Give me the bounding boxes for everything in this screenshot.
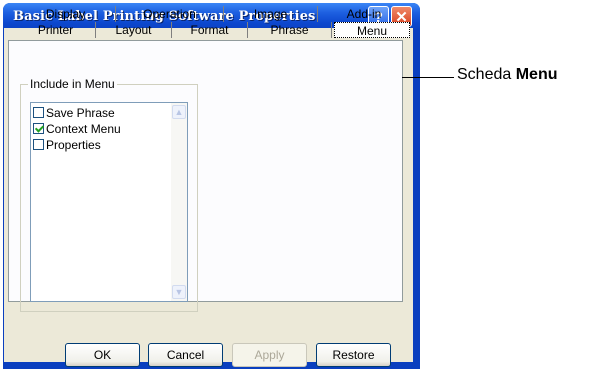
list-item-context-menu[interactable]: Context Menu [33, 121, 121, 137]
checkbox-context-menu[interactable] [33, 123, 44, 134]
tab-format[interactable]: Format [172, 22, 248, 38]
menu-items-listbox[interactable]: Save Phrase Context Menu Properties ▲ ▼ [30, 102, 188, 302]
tab-layout[interactable]: Layout [96, 22, 172, 38]
scroll-up-arrow-icon[interactable]: ▲ [172, 105, 186, 119]
apply-button[interactable]: Apply [232, 343, 307, 367]
list-item-label: Properties [46, 138, 101, 152]
list-item-label: Context Menu [46, 122, 121, 136]
tab-operation[interactable]: Operation [116, 6, 224, 22]
cancel-button[interactable]: Cancel [148, 343, 223, 367]
tab-printer[interactable]: Printer [16, 22, 96, 38]
tab-add-in[interactable]: Add-in [318, 6, 410, 22]
checkbox-save-phrase[interactable] [33, 107, 44, 118]
list-item-properties[interactable]: Properties [33, 137, 101, 153]
tab-menu[interactable]: Menu [334, 22, 410, 38]
ok-button[interactable]: OK [65, 343, 140, 367]
callout-prefix: Scheda [457, 66, 516, 83]
list-item-save-phrase[interactable]: Save Phrase [33, 105, 115, 121]
include-in-menu-label: Include in Menu [28, 77, 117, 91]
checkbox-properties[interactable] [33, 139, 44, 150]
callout-leader-line [402, 77, 454, 78]
tab-display[interactable]: Display [16, 6, 116, 22]
tab-image[interactable]: Image [224, 6, 318, 22]
scroll-down-arrow-icon[interactable]: ▼ [172, 285, 186, 299]
tab-phrase[interactable]: Phrase [248, 22, 332, 38]
callout-bold: Menu [515, 66, 558, 83]
list-item-label: Save Phrase [46, 106, 115, 120]
restore-button[interactable]: Restore [316, 343, 391, 367]
callout-label: Scheda Menu [457, 66, 558, 84]
listbox-scrollbar[interactable]: ▲ ▼ [171, 103, 187, 301]
